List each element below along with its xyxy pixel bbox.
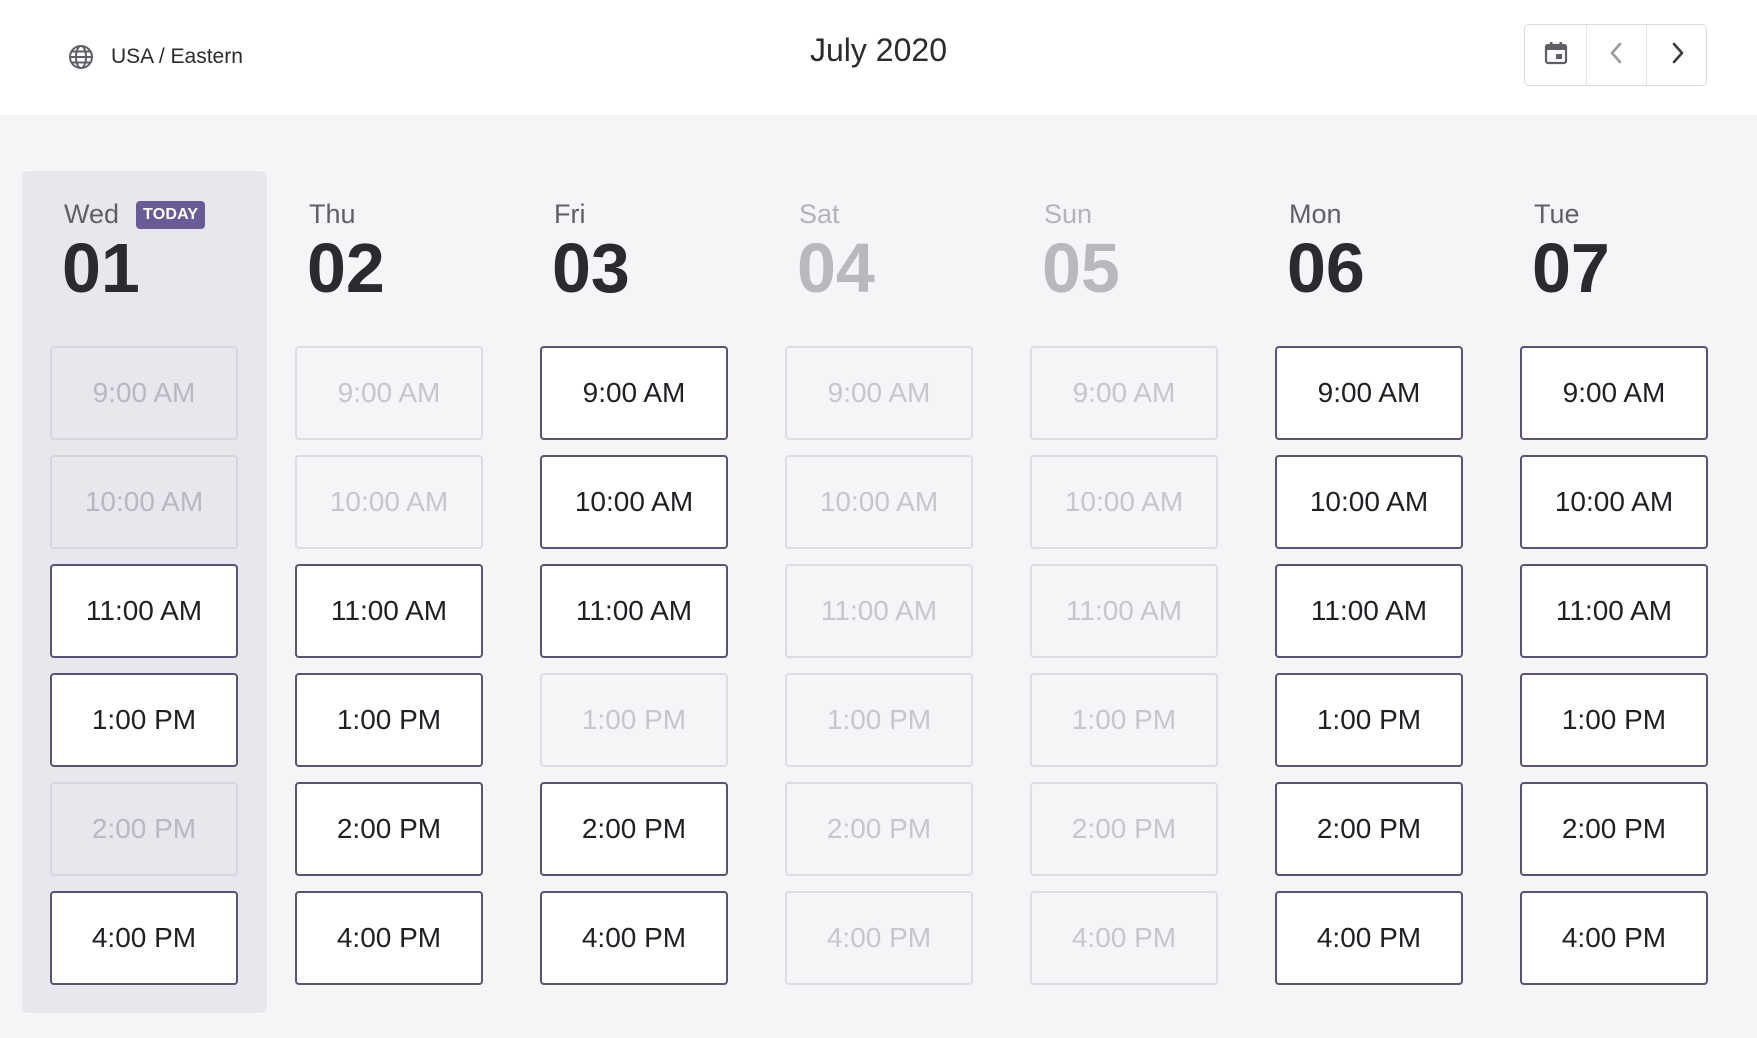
time-slot-disabled: 9:00 AM: [50, 346, 238, 440]
day-header: Sat: [799, 199, 840, 230]
time-slot-disabled: 1:00 PM: [785, 673, 973, 767]
time-slot-disabled: 10:00 AM: [295, 455, 483, 549]
today-badge: TODAY: [136, 200, 206, 229]
time-slot-button[interactable]: 1:00 PM: [1520, 673, 1708, 767]
time-slot-disabled: 10:00 AM: [1030, 455, 1218, 549]
time-slot-button[interactable]: 9:00 AM: [1275, 346, 1463, 440]
time-slot-button[interactable]: 10:00 AM: [1520, 455, 1708, 549]
day-of-week: Sun: [1044, 199, 1093, 229]
time-slot-disabled: 9:00 AM: [785, 346, 973, 440]
day-number: 06: [1287, 229, 1365, 307]
time-slot-button[interactable]: 11:00 AM: [1520, 564, 1708, 658]
time-slot-button[interactable]: 10:00 AM: [1275, 455, 1463, 549]
time-slot-button[interactable]: 9:00 AM: [540, 346, 728, 440]
time-slot-button[interactable]: 4:00 PM: [50, 891, 238, 985]
next-week-button[interactable]: [1646, 25, 1706, 85]
calendar-button[interactable]: [1525, 25, 1586, 85]
day-header: Tue: [1534, 199, 1580, 230]
time-slot-button[interactable]: 4:00 PM: [1275, 891, 1463, 985]
time-slot-disabled: 10:00 AM: [785, 455, 973, 549]
time-slot-button[interactable]: 11:00 AM: [295, 564, 483, 658]
time-slot-disabled: 2:00 PM: [785, 782, 973, 876]
time-slot-button[interactable]: 1:00 PM: [1275, 673, 1463, 767]
time-slot-disabled: 1:00 PM: [540, 673, 728, 767]
chevron-right-icon: [1668, 41, 1686, 70]
time-slot-button[interactable]: 2:00 PM: [1275, 782, 1463, 876]
day-header: Fri: [554, 199, 585, 230]
day-number: 04: [797, 229, 875, 307]
time-slot-button[interactable]: 4:00 PM: [1520, 891, 1708, 985]
day-of-week: Fri: [554, 199, 586, 229]
time-slot-disabled: 10:00 AM: [50, 455, 238, 549]
time-slot-disabled: 4:00 PM: [785, 891, 973, 985]
previous-week-button[interactable]: [1586, 25, 1646, 85]
day-number: 03: [552, 229, 630, 307]
time-slot-disabled: 2:00 PM: [1030, 782, 1218, 876]
day-header: Wed TODAY: [64, 199, 206, 230]
time-slot-button[interactable]: 10:00 AM: [540, 455, 728, 549]
time-slot-disabled: 9:00 AM: [1030, 346, 1218, 440]
time-slot-disabled: 9:00 AM: [295, 346, 483, 440]
time-slot-disabled: 4:00 PM: [1030, 891, 1218, 985]
time-slot-button[interactable]: 11:00 AM: [50, 564, 238, 658]
day-header: Mon: [1289, 199, 1342, 230]
time-slot-button[interactable]: 11:00 AM: [540, 564, 728, 658]
time-slot-button[interactable]: 2:00 PM: [540, 782, 728, 876]
chevron-left-icon: [1608, 41, 1626, 70]
calendar-icon: [1543, 40, 1569, 71]
day-of-week: Sat: [799, 199, 840, 229]
day-of-week: Mon: [1289, 199, 1342, 229]
time-slot-disabled: 11:00 AM: [785, 564, 973, 658]
day-header: Sun: [1044, 199, 1092, 230]
time-slot-button[interactable]: 2:00 PM: [295, 782, 483, 876]
time-slot-button[interactable]: 2:00 PM: [1520, 782, 1708, 876]
time-slot-button[interactable]: 4:00 PM: [295, 891, 483, 985]
day-number: 07: [1532, 229, 1610, 307]
day-of-week: Tue: [1534, 199, 1580, 229]
time-slot-disabled: 1:00 PM: [1030, 673, 1218, 767]
day-of-week: Thu: [309, 199, 356, 229]
time-slot-button[interactable]: 4:00 PM: [540, 891, 728, 985]
time-slot-button[interactable]: 11:00 AM: [1275, 564, 1463, 658]
time-slot-disabled: 11:00 AM: [1030, 564, 1218, 658]
top-bar: USA / Eastern July 2020: [0, 0, 1757, 115]
calendar-nav: [1524, 24, 1707, 86]
time-slot-button[interactable]: 9:00 AM: [1520, 346, 1708, 440]
day-header: Thu: [309, 199, 356, 230]
time-slot-button[interactable]: 1:00 PM: [50, 673, 238, 767]
day-number: 05: [1042, 229, 1120, 307]
day-number: 01: [62, 229, 140, 307]
time-slot-disabled: 2:00 PM: [50, 782, 238, 876]
day-number: 02: [307, 229, 385, 307]
month-title: July 2020: [810, 32, 947, 68]
time-slot-button[interactable]: 1:00 PM: [295, 673, 483, 767]
day-of-week: Wed: [64, 199, 120, 229]
